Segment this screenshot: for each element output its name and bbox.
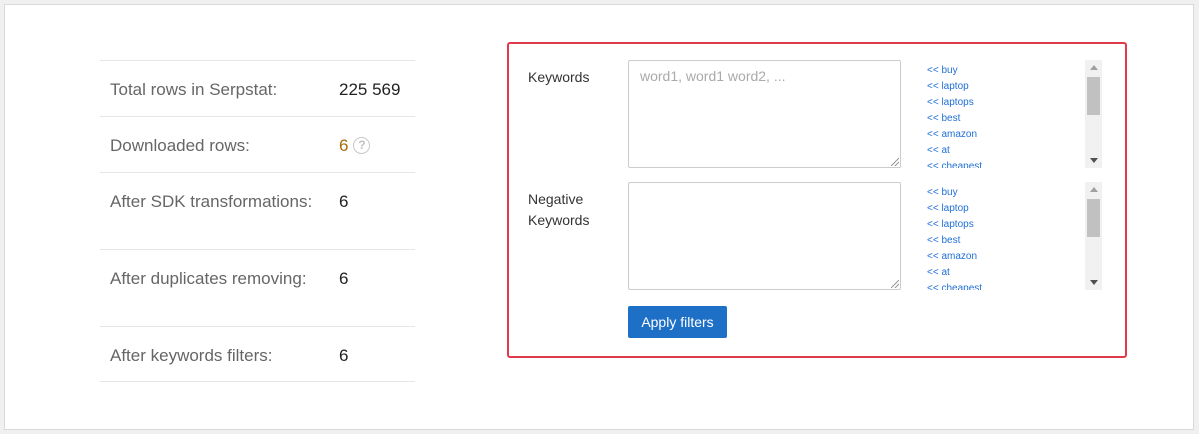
negative-label-line2: Keywords [528, 212, 590, 228]
suggestion-item[interactable]: << laptops [927, 95, 1102, 111]
stat-label: Total rows in Serpstat: [110, 80, 278, 99]
suggestion-item[interactable]: << buy [927, 63, 1102, 79]
scroll-down-icon[interactable] [1090, 158, 1098, 163]
suggestions-scrollbar[interactable] [1085, 60, 1102, 168]
suggestion-list: << buy << laptop << laptops << best << a… [927, 182, 1102, 290]
negative-keywords-input[interactable] [628, 182, 901, 290]
suggestion-item[interactable]: << best [927, 111, 1102, 127]
scroll-down-icon[interactable] [1090, 280, 1098, 285]
stat-row-sdk: After SDK transformations: 6 [100, 172, 415, 249]
stat-value: 6 [339, 192, 349, 211]
stat-value: 6 [339, 136, 349, 155]
suggestions-scrollbar[interactable] [1085, 182, 1102, 290]
suggestion-item[interactable]: << buy [927, 185, 1102, 201]
scroll-up-icon[interactable] [1090, 65, 1098, 70]
keywords-input[interactable] [628, 60, 901, 168]
suggestion-item[interactable]: << laptop [927, 79, 1102, 95]
stat-value-wrapper: 6 ? [339, 135, 371, 156]
negative-suggestions: << buy << laptop << laptops << best << a… [927, 182, 1102, 290]
help-icon[interactable]: ? [353, 137, 371, 154]
suggestion-item[interactable]: << amazon [927, 127, 1102, 143]
filters-panel: Keywords << buy << laptop << laptops << … [507, 42, 1127, 358]
suggestion-item[interactable]: << cheapest [927, 159, 1102, 168]
stat-label: After SDK transformations: [110, 192, 313, 211]
stat-row-total: Total rows in Serpstat: 225 569 [100, 60, 415, 116]
negative-label-line1: Negative [528, 191, 584, 207]
stats-table: Total rows in Serpstat: 225 569 Download… [100, 60, 415, 382]
scroll-thumb[interactable] [1087, 199, 1100, 237]
suggestion-item[interactable]: << amazon [927, 249, 1102, 265]
suggestion-item[interactable]: << at [927, 265, 1102, 281]
suggestion-list: << buy << laptop << laptops << best << a… [927, 60, 1102, 168]
suggestion-item[interactable]: << laptops [927, 217, 1102, 233]
stat-label: After duplicates removing: [110, 269, 307, 288]
suggestion-item[interactable]: << at [927, 143, 1102, 159]
resize-grip-icon[interactable] [891, 280, 899, 288]
stat-row-downloaded: Downloaded rows: 6 ? [100, 116, 415, 172]
stat-label: After keywords filters: [110, 346, 273, 365]
suggestion-item[interactable]: << best [927, 233, 1102, 249]
stat-value: 6 [339, 269, 349, 288]
main-frame: Total rows in Serpstat: 225 569 Download… [4, 4, 1194, 430]
suggestion-item[interactable]: << cheapest [927, 281, 1102, 290]
keywords-label: Keywords [528, 69, 590, 85]
stat-row-keywords-filters: After keywords filters: 6 [100, 326, 415, 382]
resize-grip-icon[interactable] [891, 158, 899, 166]
stat-value: 6 [339, 346, 349, 365]
scroll-thumb[interactable] [1087, 77, 1100, 115]
stat-row-duplicates: After duplicates removing: 6 [100, 249, 415, 326]
stat-label: Downloaded rows: [110, 136, 250, 155]
scroll-up-icon[interactable] [1090, 187, 1098, 192]
stat-value: 225 569 [339, 80, 401, 99]
apply-filters-button[interactable]: Apply filters [628, 306, 727, 338]
suggestion-item[interactable]: << laptop [927, 201, 1102, 217]
keywords-suggestions: << buy << laptop << laptops << best << a… [927, 60, 1102, 168]
